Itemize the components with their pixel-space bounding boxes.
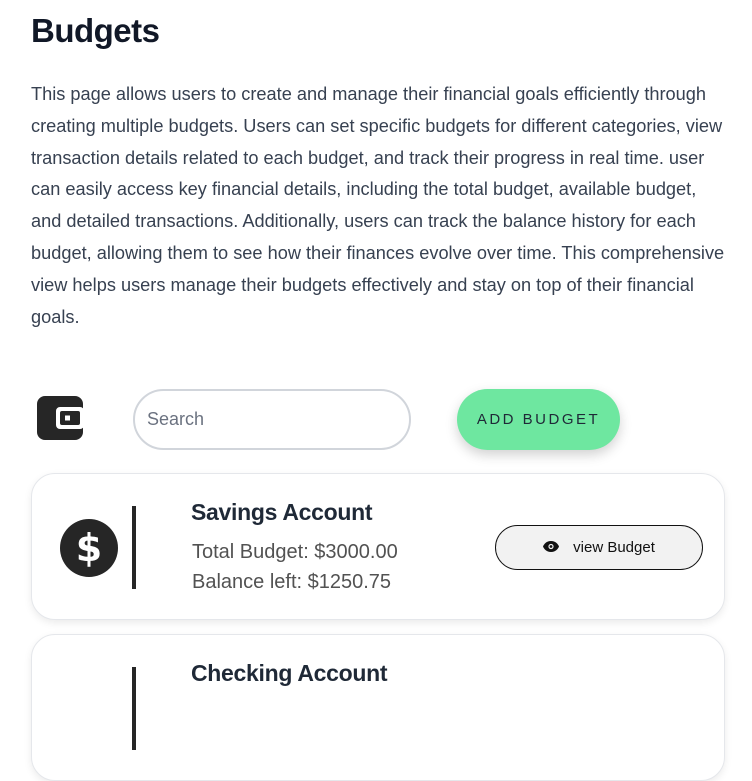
- page-title: Budgets: [31, 12, 160, 49]
- eye-icon: [543, 539, 560, 556]
- search-input[interactable]: [133, 389, 411, 450]
- budget-card: Checking Account: [31, 634, 725, 781]
- total-budget: Total Budget: $3000.00: [192, 541, 398, 563]
- budgets-page: Budgets This page allows users to create…: [0, 0, 752, 781]
- budget-name: Savings Account: [191, 499, 373, 525]
- wallet-icon: [37, 396, 84, 440]
- add-budget-button[interactable]: ADD BUDGET: [457, 389, 620, 450]
- view-budget-label: view Budget: [573, 539, 655, 556]
- budget-card: $ Savings Account Total Budget: $3000.00…: [31, 473, 725, 620]
- page-description: This page allows users to create and man…: [31, 84, 725, 327]
- view-budget-button[interactable]: view Budget: [495, 525, 703, 570]
- budget-name: Checking Account: [191, 660, 388, 686]
- card-divider: [132, 667, 136, 750]
- balance-left: Balance left: $1250.75: [192, 571, 392, 593]
- dollar-icon: $: [60, 519, 118, 577]
- card-divider: [132, 506, 136, 589]
